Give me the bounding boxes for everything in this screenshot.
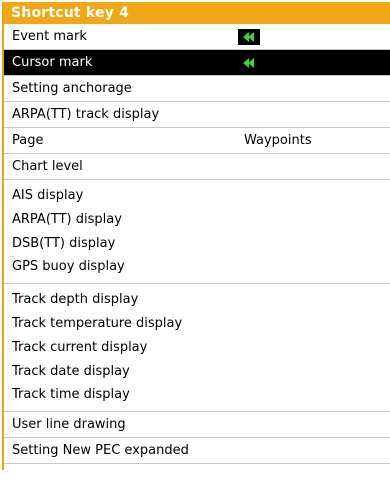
menu-item-label: Chart level <box>12 159 83 174</box>
track-display-group: Track depth display Track temperature di… <box>4 284 390 413</box>
menu-item-track-time-display[interactable]: Track time display <box>12 383 390 407</box>
menu-item-setting-pec[interactable]: Setting New PEC expanded <box>4 438 390 465</box>
menu-item-chart-level[interactable]: Chart level <box>4 154 390 180</box>
green-mark-icon <box>238 29 260 45</box>
menu-title: Shortcut key 4 <box>4 2 390 24</box>
shortcut-menu-panel: Shortcut key 4 Event mark Cursor mark Se… <box>2 2 390 470</box>
menu-item-label: Setting anchorage <box>12 81 132 96</box>
menu-item-arpa-track-display[interactable]: ARPA(TT) track display <box>4 102 390 128</box>
menu-item-label: User line drawing <box>12 417 126 433</box>
menu-item-gps-buoy-display[interactable]: GPS buoy display <box>12 255 390 279</box>
menu-item-track-date-display[interactable]: Track date display <box>12 360 390 384</box>
menu-item-label: Setting New PEC expanded <box>12 443 189 459</box>
menu-item-dsb-display[interactable]: DSB(TT) display <box>12 232 390 256</box>
menu-item-arpa-display[interactable]: ARPA(TT) display <box>12 208 390 232</box>
menu-item-label: Page <box>12 133 44 148</box>
menu-item-setting-anchorage[interactable]: Setting anchorage <box>4 76 390 102</box>
green-mark-icon <box>238 55 260 71</box>
target-display-group: AIS display ARPA(TT) display DSB(TT) dis… <box>4 180 390 285</box>
menu-item-user-line-drawing[interactable]: User line drawing <box>4 412 390 439</box>
menu-item-label: Event mark <box>12 29 87 44</box>
menu-item-label: Cursor mark <box>12 55 93 70</box>
page-value: Waypoints <box>244 133 312 148</box>
menu-item-track-temperature-display[interactable]: Track temperature display <box>12 312 390 336</box>
menu-item-page[interactable]: Page Waypoints <box>4 128 390 154</box>
menu-item-ais-display[interactable]: AIS display <box>12 184 390 208</box>
menu-item-track-current-display[interactable]: Track current display <box>12 336 390 360</box>
menu-item-event-mark[interactable]: Event mark <box>4 24 390 50</box>
menu-item-track-depth-display[interactable]: Track depth display <box>12 288 390 312</box>
menu-item-cursor-mark[interactable]: Cursor mark <box>4 50 390 76</box>
menu-item-label: ARPA(TT) track display <box>12 107 160 122</box>
